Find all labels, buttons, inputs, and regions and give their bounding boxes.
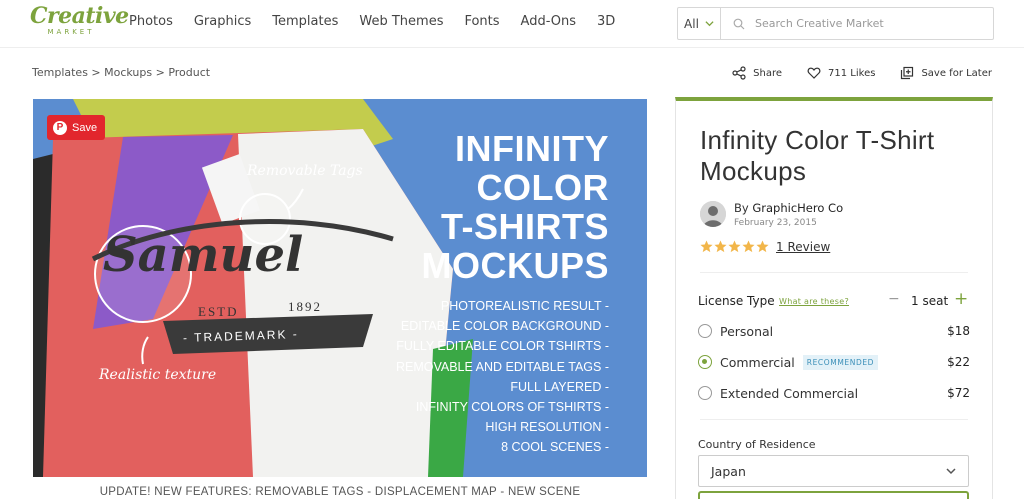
like-button[interactable]: 711 Likes (807, 66, 875, 80)
logo-wordmark: Creative (30, 3, 129, 29)
star-icon (742, 240, 755, 253)
star-icon (756, 240, 769, 253)
license-help-link[interactable]: What are these? (779, 297, 849, 306)
license-option-personal[interactable]: Personal $18 (698, 321, 970, 341)
product-preview-image[interactable]: P Save Removable Tags Realistic texture … (33, 99, 647, 477)
creative-market-logo[interactable]: Creative MARKET (30, 3, 129, 40)
feature-line: REMOVABLE AND EDITABLE TAGS - (395, 359, 609, 374)
review-link[interactable]: 1 Review (776, 240, 830, 254)
nav-add-ons[interactable]: Add-Ons (521, 14, 576, 29)
add-collection-icon (901, 66, 914, 80)
country-select[interactable]: Japan (698, 455, 969, 487)
breadcrumb[interactable]: Templates > Mockups > Product (32, 66, 210, 79)
star-icon (700, 240, 713, 253)
save-for-later-button[interactable]: Save for Later (900, 66, 992, 80)
license-option-commercial[interactable]: Commercial RECOMMENDED $22 (698, 352, 970, 372)
share-icon (732, 66, 746, 80)
avatar-image (700, 201, 726, 227)
nav-templates[interactable]: Templates (272, 14, 338, 29)
license-option-extended-commercial[interactable]: Extended Commercial $72 (698, 383, 970, 403)
license-type-label: License Type (698, 294, 775, 308)
star-icon (714, 240, 727, 253)
country-label: Country of Residence (698, 438, 816, 451)
pinterest-save-button[interactable]: P Save (47, 115, 106, 140)
shirt-script-text: Samuel (103, 227, 304, 283)
nav-web-themes[interactable]: Web Themes (359, 14, 443, 29)
chevron-down-icon (946, 468, 956, 475)
share-button[interactable]: Share (732, 66, 782, 80)
headline-line: T-SHIRTS (440, 206, 609, 247)
radio-button[interactable] (698, 386, 712, 400)
headline-line: MOCKUPS (421, 245, 609, 286)
country-value: Japan (711, 463, 746, 479)
heart-icon (807, 67, 821, 79)
radio-button-selected[interactable] (698, 355, 712, 369)
search-bar: All (677, 7, 994, 40)
license-price: $22 (947, 355, 970, 369)
image-headline: INFINITY COLOR T-SHIRTS MOCKUPS (421, 129, 609, 285)
publish-date: February 23, 2015 (734, 218, 817, 228)
logo-subtitle: MARKET (47, 28, 95, 36)
license-price: $18 (947, 324, 970, 338)
likes-count: 711 Likes (828, 67, 876, 79)
headline-line: COLOR (476, 167, 609, 208)
purchase-panel: Infinity Color T-Shirt Mockups By Graphi… (675, 97, 993, 499)
save-for-later-label: Save for Later (921, 67, 992, 79)
author-line: By GraphicHero Co (734, 201, 843, 215)
divider (700, 272, 968, 273)
image-feature-list: PHOTOREALISTIC RESULT - EDITABLE COLOR B… (396, 296, 609, 458)
search-icon (733, 18, 745, 29)
realistic-texture-label: Realistic texture (99, 367, 217, 383)
seat-count: 1 seat (911, 294, 949, 308)
by-prefix: By (734, 201, 749, 215)
main-nav: Photos Graphics Templates Web Themes Fon… (129, 14, 636, 29)
headline-line: INFINITY (455, 128, 609, 169)
license-name: Personal (720, 323, 774, 339)
removable-tags-label: Removable Tags (247, 163, 363, 179)
nav-photos[interactable]: Photos (129, 14, 173, 29)
license-name: Extended Commercial (720, 385, 859, 401)
recommended-badge: RECOMMENDED (802, 354, 879, 370)
top-navbar: Creative MARKET Photos Graphics Template… (0, 0, 1024, 48)
feature-line: FULLY EDITABLE COLOR TSHIRTS - (396, 339, 609, 354)
feature-line: EDITABLE COLOR BACKGROUND - (400, 319, 609, 334)
chevron-down-icon (705, 21, 714, 27)
license-name: Commercial (720, 354, 795, 370)
license-price: $72 (947, 386, 970, 400)
feature-line: 8 COOL SCENES - (501, 440, 609, 455)
feature-line: FULL LAYERED - (510, 379, 609, 394)
product-title: Infinity Color T-Shirt Mockups (700, 125, 935, 186)
nav-fonts[interactable]: Fonts (464, 14, 499, 29)
pinterest-save-label: Save (72, 121, 98, 134)
feature-line: INFINITY COLORS OF TSHIRTS - (415, 400, 609, 415)
author-name[interactable]: GraphicHero Co (752, 201, 843, 215)
product-actions: Share 711 Likes Save for Later (707, 66, 992, 80)
search-category-select[interactable]: All (678, 8, 721, 39)
pinterest-icon: P (53, 120, 67, 135)
star-icon (728, 240, 741, 253)
nav-3d[interactable]: 3D (597, 14, 615, 29)
seat-increment-button[interactable]: + (954, 289, 968, 309)
search-category-value: All (684, 16, 699, 31)
radio-button[interactable] (698, 324, 712, 338)
seat-decrement-button[interactable]: − (888, 291, 900, 307)
feature-line: HIGH RESOLUTION - (485, 420, 609, 435)
nav-graphics[interactable]: Graphics (194, 14, 251, 29)
author-avatar[interactable] (700, 201, 726, 227)
search-input[interactable] (755, 17, 975, 30)
shirt-estd-text: ESTD (198, 304, 239, 319)
divider (700, 419, 968, 420)
image-caption: UPDATE! NEW FEATURES: REMOVABLE TAGS - D… (99, 486, 581, 498)
rating-stars (700, 240, 769, 253)
shirt-year-text: 1892 (288, 299, 322, 314)
feature-line: PHOTOREALISTIC RESULT - (440, 299, 609, 313)
add-to-cart-button[interactable] (698, 491, 969, 499)
search-field (721, 8, 993, 39)
share-label: Share (753, 67, 783, 79)
